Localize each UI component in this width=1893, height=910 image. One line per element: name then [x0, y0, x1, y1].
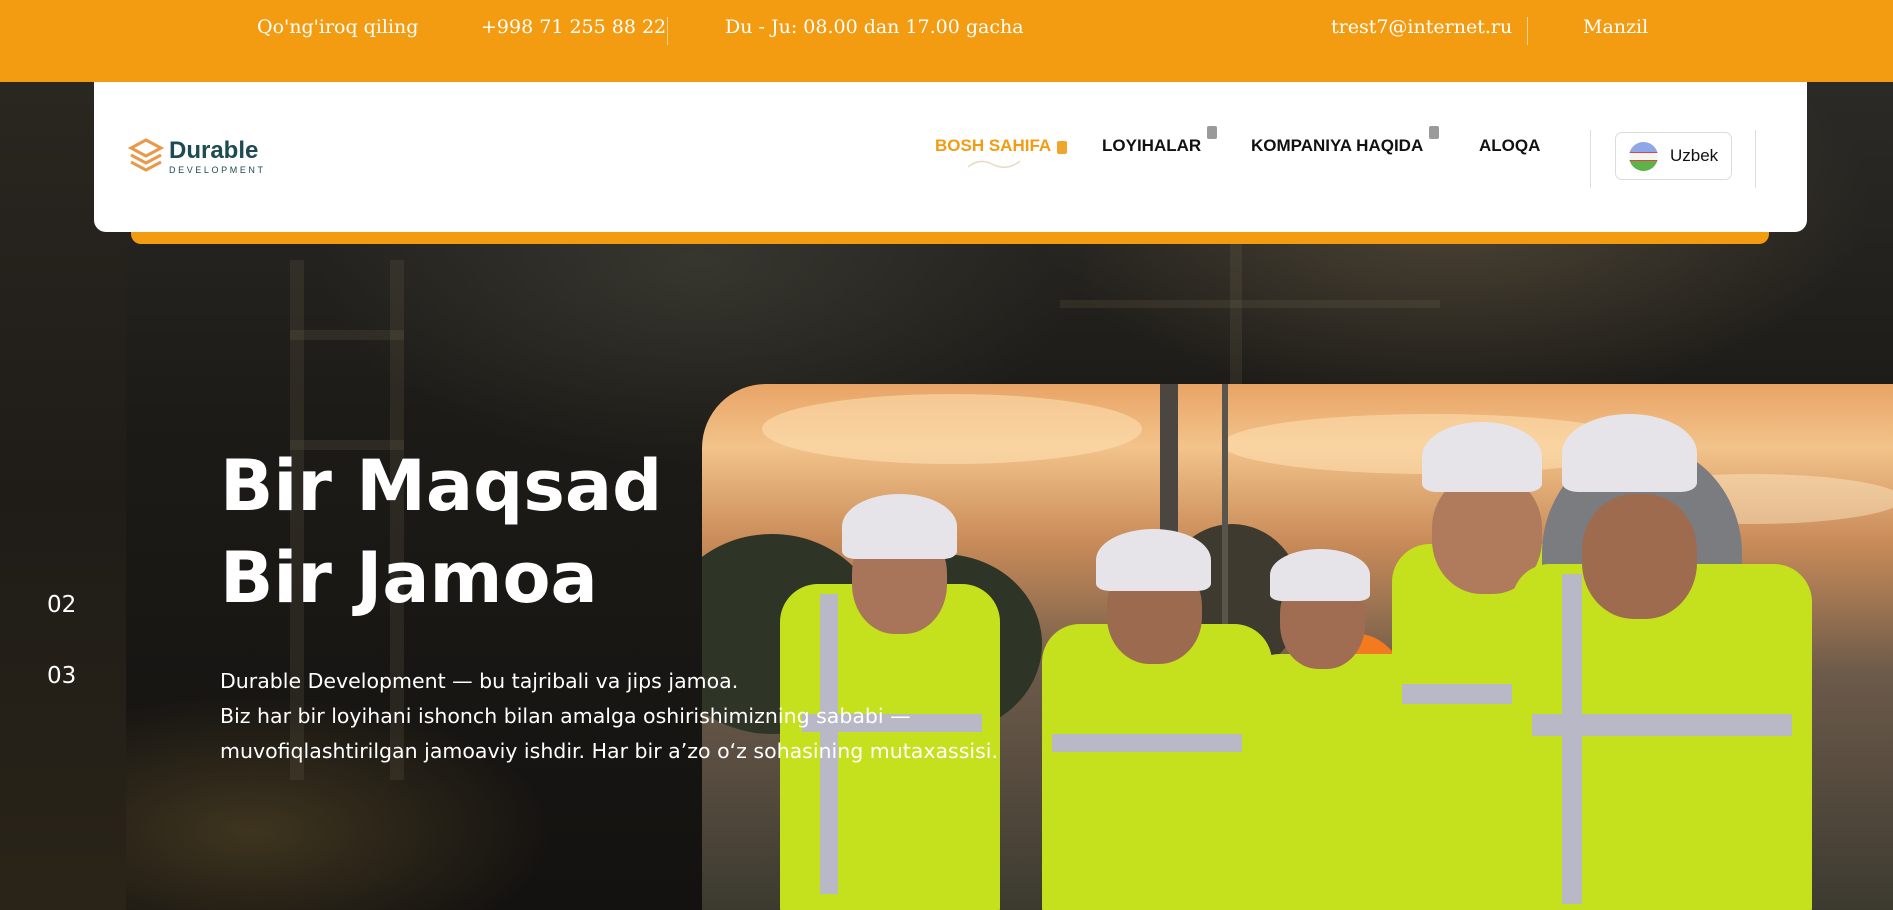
logo-name: Durable	[169, 137, 259, 164]
language-label: Uzbek	[1670, 146, 1719, 165]
slide-indicator-02[interactable]: 02	[47, 592, 76, 618]
nav-divider	[1755, 130, 1756, 188]
hero-description-line: muvofiqlashtirilgan jamoaviy ishdir. Har…	[220, 739, 998, 763]
nav-decoration-icon	[1057, 141, 1068, 154]
hero-description: Durable Development — bu tajribali va ji…	[220, 664, 998, 769]
ornament-icon	[967, 160, 1021, 168]
hero-title-line: Bir Jamoa	[220, 537, 598, 619]
logo-tagline: DEVELOPMENT	[169, 165, 266, 175]
nav-divider	[1590, 130, 1591, 188]
top-contact-bar: Qo'ng'iroq qiling +998 71 255 88 22 Du -…	[0, 0, 1893, 82]
slide-indicator-03[interactable]: 03	[47, 663, 76, 689]
nav-item-label: BOSH SAHIFA	[935, 136, 1052, 155]
nav-item-home[interactable]: BOSH SAHIFA	[935, 136, 1068, 156]
working-hours: Du - Ju: 08.00 dan 17.00 gacha	[725, 16, 1024, 38]
main-navigation: Durable DEVELOPMENT BOSH SAHIFA LOYIHALA…	[94, 82, 1807, 232]
nav-item-label: KOMPANIYA HAQIDA	[1251, 136, 1424, 155]
language-selector[interactable]: Uzbek	[1615, 132, 1732, 180]
nav-item-about[interactable]: KOMPANIYA HAQIDA	[1251, 126, 1440, 156]
phone-link[interactable]: +998 71 255 88 22	[481, 16, 666, 38]
nav-item-label: LOYIHALAR	[1102, 136, 1202, 155]
nav-decoration-icon	[1207, 126, 1218, 139]
nav-item-label: ALOQA	[1479, 136, 1541, 155]
email-link[interactable]: trest7@internet.ru	[1331, 16, 1512, 38]
hero-description-line: Biz har bir loyihani ishonch bilan amalg…	[220, 704, 911, 728]
topbar-divider	[667, 17, 668, 45]
uzbek-flag-icon	[1629, 141, 1658, 171]
background-crane	[1060, 300, 1440, 308]
logo[interactable]: Durable DEVELOPMENT	[127, 137, 266, 177]
call-label: Qo'ng'iroq qiling	[257, 16, 419, 38]
nav-item-contact[interactable]: ALOQA	[1479, 136, 1540, 156]
background-scaffold	[290, 330, 404, 340]
nav-decoration-icon	[1429, 126, 1440, 139]
topbar-divider	[1527, 17, 1528, 45]
hero-title-line: Bir Maqsad	[220, 445, 663, 527]
address-link[interactable]: Manzil	[1583, 16, 1648, 38]
hero-description-line: Durable Development — bu tajribali va ji…	[220, 669, 739, 693]
layers-logo-icon	[127, 137, 165, 177]
background-crane	[1230, 240, 1242, 390]
nav-item-projects[interactable]: LOYIHALAR	[1102, 126, 1218, 156]
hero-title: Bir Maqsad Bir Jamoa	[220, 440, 662, 624]
team-photo	[702, 384, 1893, 910]
